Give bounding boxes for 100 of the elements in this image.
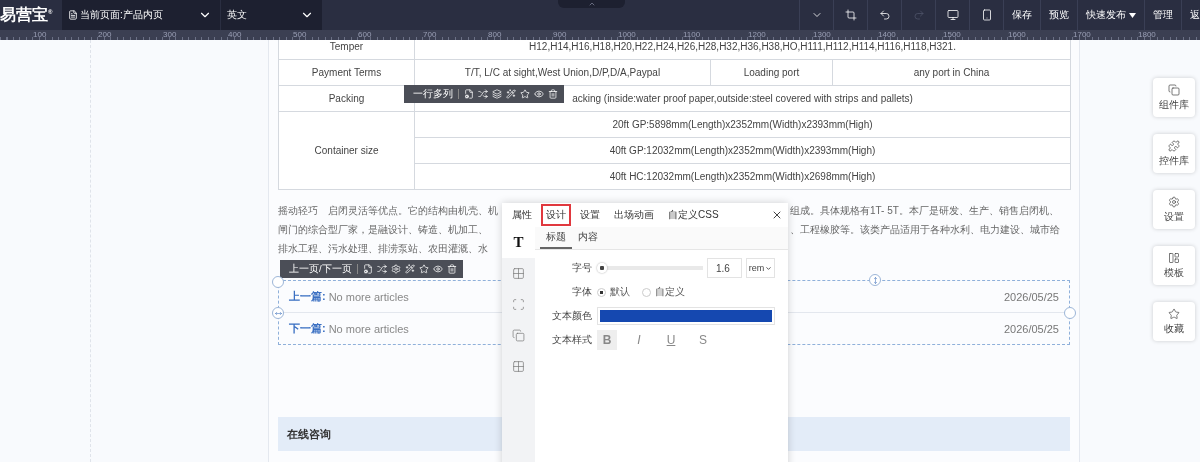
file-settings-icon[interactable] — [464, 89, 474, 99]
ruler-label: 1500 — [943, 30, 962, 40]
radio-button[interactable] — [642, 287, 651, 297]
grid-icon — [512, 267, 525, 280]
dock-button[interactable]: 收藏 — [1153, 302, 1195, 341]
radio-label: 自定义 — [655, 285, 685, 299]
nav-label[interactable]: 上一篇: — [289, 289, 326, 304]
ruler-label: 1400 — [878, 30, 897, 40]
close-button[interactable] — [771, 209, 783, 221]
nav-label[interactable]: 下一篇: — [289, 321, 326, 336]
description-text: 摇动轻巧 启闭灵活等优点。它的结构由机壳、机 — [278, 203, 499, 218]
radio-label: 默认 — [610, 285, 630, 299]
ruler-label: 1700 — [1073, 30, 1092, 40]
panel-tab[interactable]: 属性 — [507, 204, 537, 226]
eye-icon[interactable] — [534, 89, 544, 99]
shuffle-icon[interactable] — [478, 89, 488, 99]
ruler-label: 1000 — [618, 30, 637, 40]
ruler-label: 500 — [293, 30, 308, 40]
field-label: 字号 — [571, 261, 592, 275]
dock-button[interactable]: 模板 — [1153, 246, 1195, 285]
star-icon[interactable] — [520, 89, 530, 99]
copy-icon — [1168, 83, 1180, 96]
copy-icon — [512, 329, 525, 342]
ruler-label: 600 — [358, 30, 373, 40]
slider-thumb[interactable] — [597, 263, 608, 273]
field-label: 文本颜色 — [551, 309, 592, 323]
grid-icon — [512, 360, 525, 373]
table-cell: 40ft GP:12032mm(Length)x2352mm(Width)x2393mm(High) — [414, 137, 1071, 164]
ruler-label: 1600 — [1008, 30, 1027, 40]
dock-button[interactable]: 设置 — [1153, 190, 1195, 229]
field-label: 文本样式 — [551, 333, 592, 347]
table-cell: Container size — [278, 111, 415, 190]
date: 2026/05/25 — [1003, 290, 1059, 303]
language-select[interactable]: 英文 — [221, 0, 322, 30]
layout-icon — [1168, 251, 1180, 264]
toolbar-label[interactable]: 一行多列 — [413, 89, 459, 99]
sub-tab[interactable]: 标题 — [540, 227, 572, 249]
logo: 易营宝$^{®}$ — [0, 4, 54, 25]
ruler-label: 1800 — [1138, 30, 1157, 40]
dock-button[interactable]: 控件库 — [1153, 134, 1195, 173]
ruler-label: 300 — [163, 30, 178, 40]
style-button[interactable]: I — [629, 330, 649, 350]
close-icon — [771, 209, 783, 221]
description-text: 组成。具体规格有1T- 5T。本厂是研发、生产、销售启闭机、 — [790, 203, 1060, 218]
ruler-label: 900 — [553, 30, 568, 40]
table-cell: Temper — [278, 40, 415, 60]
field-label: 字体 — [571, 285, 592, 299]
dock-button[interactable]: 组件库 — [1153, 78, 1195, 117]
description-text: 、工程橡胶等。该类产品适用于各种水利、电力建设、城市给 — [790, 222, 1061, 237]
star-icon — [1168, 307, 1180, 320]
date: 2026/05/25 — [1003, 322, 1059, 335]
magic-wand-icon[interactable] — [506, 89, 516, 99]
horizontal-arrows-icon — [274, 309, 282, 317]
table-cell: 40ft HC:12032mm(Length)x2352mm(Width)x2698mm(High) — [414, 163, 1071, 190]
table-cell: Payment Terms — [278, 59, 415, 86]
ruler-label: 1300 — [813, 30, 832, 40]
table-cell: 20ft GP:5898mm(Length)x2352mm(Width)x2393mm(High) — [414, 111, 1071, 138]
input-field[interactable]: 1.6 — [707, 258, 742, 278]
delete-icon[interactable] — [446, 264, 457, 274]
ruler-label: 200 — [98, 30, 113, 40]
panel-tab[interactable]: 自定义CSS — [663, 204, 724, 226]
page-select[interactable]: 当前页面:产品内页 — [62, 0, 220, 30]
settings-icon — [1168, 195, 1180, 208]
sub-tab[interactable]: 内容 — [572, 227, 604, 249]
page-icon — [68, 10, 78, 20]
delete-icon[interactable] — [548, 89, 558, 99]
ruler-label: 700 — [423, 30, 438, 40]
table-cell: any port in China — [832, 59, 1071, 86]
star-icon[interactable] — [418, 264, 429, 274]
puzzle-icon — [1168, 139, 1180, 152]
article-title: No more articles — [328, 322, 409, 335]
style-button[interactable]: U — [661, 330, 681, 350]
settings-icon[interactable] — [390, 264, 401, 274]
scan-icon — [512, 298, 525, 311]
eye-icon[interactable] — [432, 264, 443, 274]
description-text: 闸门的综合型厂家，是融设计、铸造、机加工、 — [278, 222, 489, 237]
ruler-label: 1100 — [683, 30, 702, 40]
chevron-up-icon — [587, 0, 596, 8]
ruler-label: 1200 — [748, 30, 767, 40]
article-title: No more articles — [328, 290, 409, 303]
vertical-arrows-icon — [871, 276, 879, 284]
unit-select[interactable]: rem — [746, 258, 775, 278]
table-cell: Loading port — [710, 59, 833, 86]
description-text: 排水工程、污水处理、排涝泵站、农田灌溉、水 — [278, 241, 489, 256]
layers-icon[interactable] — [492, 89, 502, 99]
ruler-label: 400 — [228, 30, 243, 40]
radio-button[interactable] — [597, 287, 606, 297]
chevron-down-icon — [765, 264, 773, 272]
table-cell: H12,H14,H16,H18,H20,H22,H24,H26,H28,H32,H36,H38,HO,H111,H112,H114,H116,H118,H321. — [414, 40, 1071, 60]
style-button[interactable]: S — [693, 330, 713, 350]
ruler-label: 800 — [488, 30, 503, 40]
toolbar-label[interactable]: 上一页/下一页 — [289, 264, 358, 274]
file-settings-icon[interactable] — [362, 264, 373, 274]
panel-tab[interactable]: 出场动画 — [609, 204, 659, 226]
shuffle-icon[interactable] — [376, 264, 387, 274]
side-tab[interactable]: T — [502, 227, 535, 258]
panel-tab[interactable]: 设置 — [575, 204, 605, 226]
panel-tab[interactable]: 设计 — [541, 204, 571, 226]
magic-wand-icon[interactable] — [404, 264, 415, 274]
ruler-label: 100 — [33, 30, 48, 40]
